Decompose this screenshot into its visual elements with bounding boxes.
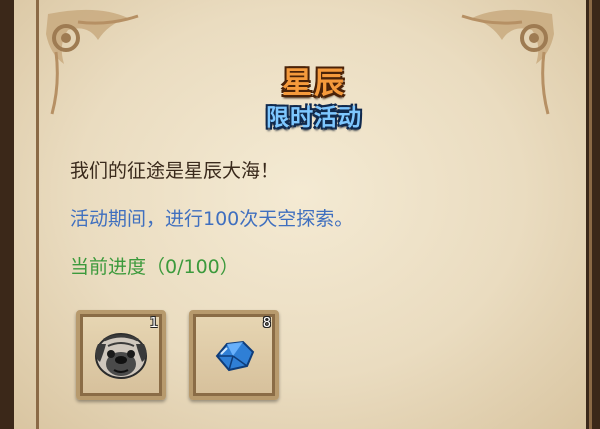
event-subtitle: 限时活动 xyxy=(266,105,362,131)
progress-text: 当前进度（0/100） xyxy=(70,256,239,278)
event-title: 星辰 xyxy=(282,66,346,101)
reward-count: 8 xyxy=(262,316,271,331)
event-description: 活动期间，进行100次天空探索。 xyxy=(70,208,354,230)
pug-head-icon xyxy=(95,333,147,379)
event-slogan: 我们的征途是星辰大海！ xyxy=(70,160,280,182)
reward-count: 1 xyxy=(149,316,158,331)
blue-crystal-icon xyxy=(215,340,255,372)
event-panel: 星辰 限时活动 我们的征途是星辰大海！ 活动期间，进行100次天空探索。 当前进… xyxy=(0,0,600,429)
reward-slot-pug[interactable]: 1 xyxy=(76,310,166,400)
reward-slot-crystal[interactable]: 8 xyxy=(189,310,279,400)
